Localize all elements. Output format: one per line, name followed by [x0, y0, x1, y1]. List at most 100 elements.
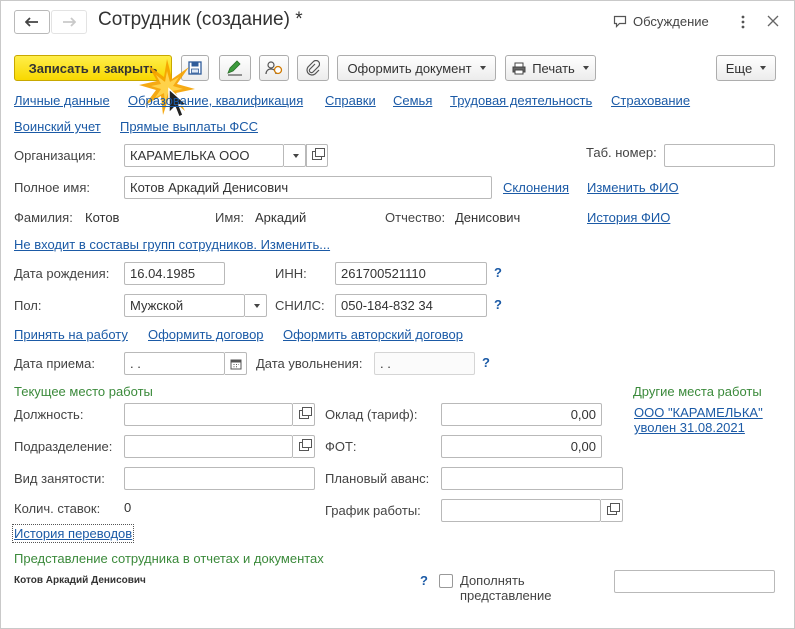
salary-label: Оклад (тариф):	[325, 407, 418, 422]
department-open-button[interactable]	[293, 435, 315, 458]
dismissal-help-icon[interactable]: ?	[482, 355, 490, 370]
birth-date-input[interactable]: 16.04.1985	[124, 262, 225, 285]
hire-link[interactable]: Принять на работу	[14, 327, 128, 342]
more-label: Еще	[725, 60, 753, 76]
open-window-icon	[298, 439, 312, 451]
dismissal-date-input[interactable]: . .	[374, 352, 475, 375]
position-label: Должность:	[14, 407, 84, 422]
planned-advance-label: Плановый аванс:	[325, 471, 430, 486]
patronymic-value: Денисович	[455, 210, 521, 225]
inn-label: ИНН:	[275, 266, 307, 281]
tab-work-history[interactable]: Трудовая деятельность	[450, 93, 592, 108]
tab-fss-payments[interactable]: Прямые выплаты ФСС	[120, 119, 258, 134]
dismissal-date-label: Дата увольнения:	[256, 356, 363, 371]
tab-education[interactable]: Образование, квалификация	[128, 93, 303, 108]
users-icon	[265, 61, 283, 75]
inn-input[interactable]: 261700521110	[335, 262, 487, 285]
vertical-dots-icon	[741, 15, 745, 29]
supplement-representation-checkbox[interactable]	[439, 574, 453, 588]
fot-label: ФОТ:	[325, 439, 357, 454]
post-document-button[interactable]	[219, 55, 251, 81]
calendar-icon	[230, 359, 241, 369]
tab-insurance[interactable]: Страхование	[611, 93, 690, 108]
hire-date-calendar-button[interactable]	[225, 352, 247, 375]
organization-input[interactable]: КАРАМЕЛЬКА ООО	[124, 144, 284, 167]
hire-date-label: Дата приема:	[14, 356, 95, 371]
employee-form-window: Сотрудник (создание) * Обсуждение Записа…	[0, 0, 795, 629]
full-name-label: Полное имя:	[14, 180, 90, 195]
tab-number-label: Таб. номер:	[586, 145, 657, 160]
organization-select-button[interactable]	[284, 144, 306, 167]
department-label: Подразделение:	[14, 439, 113, 454]
department-input[interactable]	[124, 435, 293, 458]
surname-value: Котов	[85, 210, 120, 225]
print-dropdown[interactable]: Печать	[505, 55, 596, 81]
more-dropdown[interactable]: Еще	[716, 55, 776, 81]
planned-advance-input[interactable]	[441, 467, 623, 490]
attach-file-button[interactable]	[297, 55, 329, 81]
create-author-contract-link[interactable]: Оформить авторский договор	[283, 327, 463, 342]
close-icon	[767, 15, 779, 27]
create-document-dropdown[interactable]: Оформить документ	[337, 55, 496, 81]
more-actions-button[interactable]	[739, 13, 747, 31]
snils-help-icon[interactable]: ?	[494, 297, 502, 312]
chevron-down-icon	[582, 66, 589, 70]
tab-personal-data[interactable]: Личные данные	[14, 93, 110, 108]
change-name-link[interactable]: Изменить ФИО	[587, 180, 679, 195]
supplement-representation-label-1: Дополнять	[460, 573, 525, 588]
supplement-representation-input[interactable]	[614, 570, 775, 593]
inn-help-icon[interactable]: ?	[494, 265, 502, 280]
supplement-representation-label-2: представление	[460, 588, 552, 603]
chat-bubble-icon	[613, 15, 627, 28]
gender-label: Пол:	[14, 298, 42, 313]
other-job-dismissed-link[interactable]: уволен 31.08.2021	[634, 420, 745, 435]
work-schedule-label: График работы:	[325, 503, 421, 518]
other-job-org-link[interactable]: ООО "КАРАМЕЛЬКА"	[634, 405, 763, 420]
full-name-input[interactable]: Котов Аркадий Денисович	[124, 176, 492, 199]
tab-family[interactable]: Семья	[393, 93, 432, 108]
create-document-label: Оформить документ	[347, 60, 472, 76]
chevron-down-icon	[479, 66, 486, 70]
organization-label: Организация:	[14, 148, 97, 163]
groups-link[interactable]: Не входит в составы групп сотрудников. И…	[14, 237, 330, 252]
tab-military[interactable]: Воинский учет	[14, 119, 101, 134]
organization-open-button[interactable]	[306, 144, 328, 167]
patronymic-label: Отчество:	[385, 210, 446, 225]
gender-select[interactable]: Мужской	[124, 294, 245, 317]
forward-button[interactable]	[51, 10, 87, 34]
open-window-icon	[606, 503, 620, 515]
salary-input[interactable]: 0,00	[441, 403, 602, 426]
birth-date-label: Дата рождения:	[14, 266, 110, 281]
snils-input[interactable]: 050-184-832 34	[335, 294, 487, 317]
create-contract-link[interactable]: Оформить договор	[148, 327, 264, 342]
fot-input[interactable]: 0,00	[441, 435, 602, 458]
work-schedule-input[interactable]	[441, 499, 601, 522]
snils-label: СНИЛС:	[275, 298, 325, 313]
discussion-button[interactable]: Обсуждение	[613, 14, 709, 29]
representation-value: Котов Аркадий Денисович	[14, 575, 146, 586]
transfer-history-link[interactable]: История переводов	[11, 524, 135, 543]
chevron-down-icon	[253, 303, 260, 308]
employment-type-input[interactable]	[124, 467, 315, 490]
close-button[interactable]	[767, 15, 779, 27]
name-history-link[interactable]: История ФИО	[587, 210, 670, 225]
declension-link[interactable]: Склонения	[503, 180, 569, 195]
back-button[interactable]	[14, 10, 50, 34]
position-open-button[interactable]	[293, 403, 315, 426]
work-schedule-open-button[interactable]	[601, 499, 623, 522]
representation-help-icon[interactable]: ?	[420, 573, 428, 588]
page-title: Сотрудник (создание) *	[98, 9, 303, 30]
tab-certificates[interactable]: Справки	[325, 93, 376, 108]
arrow-right-icon	[63, 17, 76, 27]
hire-date-input[interactable]: . .	[124, 352, 225, 375]
related-users-button[interactable]	[259, 55, 289, 81]
surname-label: Фамилия:	[14, 210, 73, 225]
representation-header: Представление сотрудника в отчетах и док…	[14, 551, 324, 566]
arrow-left-icon	[25, 17, 38, 27]
gender-dropdown-button[interactable]	[245, 294, 267, 317]
other-jobs-header: Другие места работы	[633, 384, 762, 399]
printer-icon	[512, 62, 526, 74]
tab-number-input[interactable]	[664, 144, 775, 167]
position-input[interactable]	[124, 403, 293, 426]
first-name-label: Имя:	[215, 210, 244, 225]
